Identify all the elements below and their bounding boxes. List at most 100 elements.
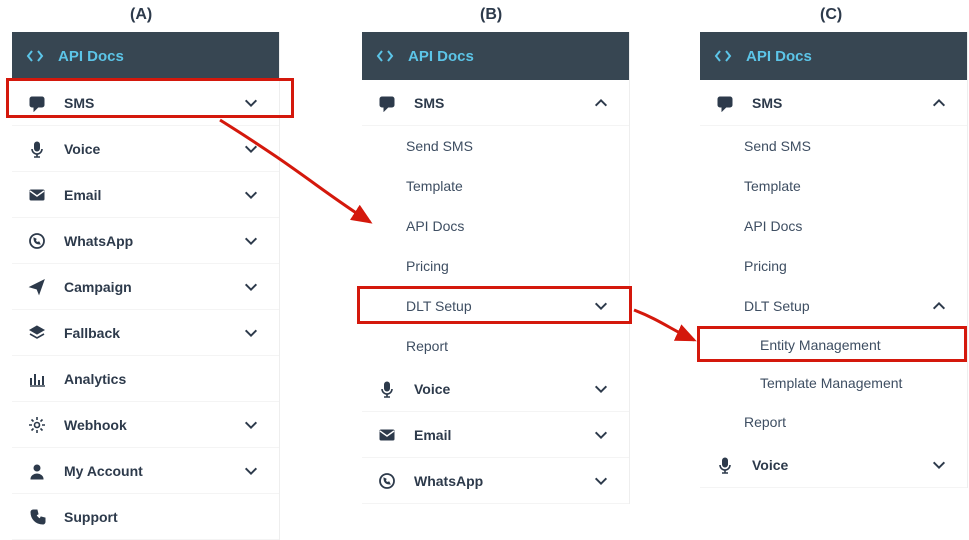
menu-item-label: WhatsApp: [414, 473, 483, 489]
submenu-item-report[interactable]: Report: [362, 326, 629, 366]
submenu-item-template[interactable]: Template: [700, 166, 967, 206]
gear-icon: [28, 416, 52, 434]
submenu-item-entity-management[interactable]: Entity Management: [700, 326, 967, 364]
chevron-up-icon: [593, 95, 613, 111]
submenu-item-send-sms[interactable]: Send SMS: [362, 126, 629, 166]
chevron-down-icon: [243, 233, 263, 249]
menu-item-label: Report: [744, 414, 786, 430]
step-label-c: (C): [820, 6, 842, 24]
chevron-down-icon: [593, 381, 613, 397]
menu-item-fallback[interactable]: Fallback: [12, 310, 279, 356]
submenu-item-api-docs[interactable]: API Docs: [700, 206, 967, 246]
menu-item-campaign[interactable]: Campaign: [12, 264, 279, 310]
menu-item-label: API Docs: [744, 218, 802, 234]
whatsapp-icon: [28, 232, 52, 250]
chevron-down-icon: [243, 463, 263, 479]
menu-item-label: Voice: [414, 381, 450, 397]
chevron-down-icon: [243, 95, 263, 111]
chevron-down-icon: [243, 187, 263, 203]
menu-item-label: Pricing: [744, 258, 787, 274]
submenu-item-dlt-setup[interactable]: DLT Setup: [700, 286, 967, 326]
menu-item-label: Entity Management: [760, 337, 881, 353]
phone-icon: [28, 508, 52, 526]
chevron-down-icon: [593, 427, 613, 443]
chevron-down-icon: [593, 473, 613, 489]
mic-icon: [716, 456, 740, 474]
menu-item-whatsapp[interactable]: WhatsApp: [12, 218, 279, 264]
whatsapp-icon: [378, 472, 402, 490]
code-icon: [26, 47, 48, 65]
chart-icon: [28, 370, 52, 388]
panel-header: API Docs: [700, 32, 967, 80]
menu-item-label: Email: [64, 187, 101, 203]
arrow-b-to-c: [634, 310, 694, 340]
menu-item-support[interactable]: Support: [12, 494, 279, 540]
menu-item-label: Template: [406, 178, 463, 194]
submenu-item-template[interactable]: Template: [362, 166, 629, 206]
menu-item-label: Campaign: [64, 279, 132, 295]
panel-header-title: API Docs: [408, 48, 474, 65]
send-icon: [28, 278, 52, 296]
envelope-icon: [28, 186, 52, 204]
menu-item-label: Voice: [64, 141, 100, 157]
submenu-item-pricing[interactable]: Pricing: [362, 246, 629, 286]
panel-b: API Docs SMS Send SMS Template API Docs Pric…: [362, 32, 630, 504]
mic-icon: [28, 140, 52, 158]
panel-header-title: API Docs: [746, 48, 812, 65]
step-label-a: (A): [130, 6, 152, 24]
chat-icon: [716, 94, 740, 112]
layers-icon: [28, 324, 52, 342]
menu-item-label: Analytics: [64, 371, 126, 387]
chevron-down-icon: [593, 298, 613, 314]
menu-item-label: Template Management: [760, 375, 902, 391]
panel-header: API Docs: [12, 32, 279, 80]
menu-item-sms[interactable]: SMS: [362, 80, 629, 126]
menu-item-analytics[interactable]: Analytics: [12, 356, 279, 402]
submenu-item-pricing[interactable]: Pricing: [700, 246, 967, 286]
menu-item-voice[interactable]: Voice: [12, 126, 279, 172]
panel-header-title: API Docs: [58, 48, 124, 65]
menu-item-my-account[interactable]: My Account: [12, 448, 279, 494]
menu-item-label: Send SMS: [744, 138, 811, 154]
chevron-down-icon: [243, 141, 263, 157]
menu-item-label: My Account: [64, 463, 143, 479]
step-label-b: (B): [480, 6, 502, 24]
menu-item-label: Email: [414, 427, 451, 443]
chevron-up-icon: [931, 95, 951, 111]
menu-item-voice[interactable]: Voice: [362, 366, 629, 412]
menu-item-label: Fallback: [64, 325, 120, 341]
menu-item-label: Template: [744, 178, 801, 194]
envelope-icon: [378, 426, 402, 444]
menu-item-label: Voice: [752, 457, 788, 473]
menu-item-email[interactable]: Email: [362, 412, 629, 458]
menu-item-label: DLT Setup: [744, 298, 810, 314]
menu-item-label: WhatsApp: [64, 233, 133, 249]
menu-item-label: Webhook: [64, 417, 127, 433]
submenu-item-send-sms[interactable]: Send SMS: [700, 126, 967, 166]
chevron-down-icon: [931, 457, 951, 473]
menu-item-voice[interactable]: Voice: [700, 442, 967, 488]
mic-icon: [378, 380, 402, 398]
menu-item-label: DLT Setup: [406, 298, 472, 314]
chat-icon: [378, 94, 402, 112]
chat-icon: [28, 94, 52, 112]
menu-item-whatsapp[interactable]: WhatsApp: [362, 458, 629, 504]
menu-item-sms[interactable]: SMS: [12, 80, 279, 126]
menu-item-label: Report: [406, 338, 448, 354]
user-icon: [28, 462, 52, 480]
menu-item-label: SMS: [414, 95, 444, 111]
panel-c: API Docs SMS Send SMS Template API Docs Pric…: [700, 32, 968, 488]
chevron-down-icon: [243, 279, 263, 295]
menu-item-label: API Docs: [406, 218, 464, 234]
menu-item-webhook[interactable]: Webhook: [12, 402, 279, 448]
menu-item-email[interactable]: Email: [12, 172, 279, 218]
submenu-item-template-management[interactable]: Template Management: [700, 364, 967, 402]
menu-item-label: SMS: [64, 95, 94, 111]
code-icon: [376, 47, 398, 65]
menu-item-sms[interactable]: SMS: [700, 80, 967, 126]
submenu-item-dlt-setup[interactable]: DLT Setup: [362, 286, 629, 326]
chevron-down-icon: [243, 325, 263, 341]
submenu-item-api-docs[interactable]: API Docs: [362, 206, 629, 246]
submenu-item-report[interactable]: Report: [700, 402, 967, 442]
code-icon: [714, 47, 736, 65]
